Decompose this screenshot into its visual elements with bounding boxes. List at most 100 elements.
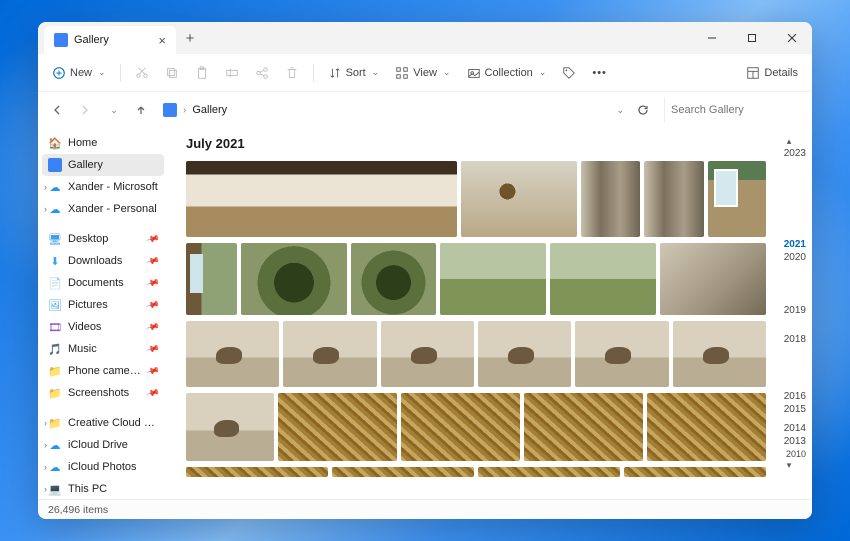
sort-button[interactable]: Sort ⌄ <box>322 62 386 84</box>
photo-thumbnail[interactable] <box>186 161 457 237</box>
close-window-button[interactable] <box>772 22 812 54</box>
sidebar-item-gallery[interactable]: Gallery <box>42 154 164 176</box>
scroll-up-icon[interactable]: ▴ <box>772 136 806 147</box>
cloud-icon: ☁ <box>48 460 62 474</box>
expand-icon[interactable]: › <box>44 462 47 472</box>
more-button[interactable]: ••• <box>586 63 613 83</box>
pin-icon: 📌 <box>145 385 160 400</box>
sidebar-item-pictures[interactable]: 🖼 Pictures 📌 <box>42 294 164 316</box>
cut-button[interactable] <box>129 62 155 84</box>
search-box[interactable] <box>664 97 804 123</box>
refresh-button[interactable] <box>632 99 654 121</box>
scroll-down-icon[interactable]: ▾ <box>772 460 806 471</box>
photo-thumbnail[interactable] <box>478 467 620 477</box>
expand-icon[interactable]: › <box>44 440 47 450</box>
photo-thumbnail[interactable] <box>186 467 328 477</box>
close-tab-icon[interactable]: × <box>158 33 166 48</box>
pc-icon: 💻 <box>48 482 62 496</box>
details-button[interactable]: Details <box>740 62 804 84</box>
photo-thumbnail[interactable] <box>186 321 279 387</box>
photo-thumbnail[interactable] <box>186 243 237 315</box>
photo-thumbnail[interactable] <box>575 321 668 387</box>
photo-thumbnail[interactable] <box>660 243 766 315</box>
photo-thumbnail[interactable] <box>478 321 571 387</box>
cloud-icon: ☁ <box>48 438 62 452</box>
photo-thumbnail[interactable] <box>351 243 435 315</box>
sidebar-item-icloud-photos[interactable]: › ☁ iCloud Photos <box>42 456 164 478</box>
search-input[interactable] <box>671 104 812 116</box>
year-marker[interactable]: 2014 <box>772 422 806 435</box>
sidebar-item-icloud-drive[interactable]: › ☁ iCloud Drive <box>42 434 164 456</box>
up-button[interactable] <box>130 99 152 121</box>
year-marker[interactable]: 2019 <box>772 304 806 317</box>
photo-thumbnail[interactable] <box>461 161 577 237</box>
expand-icon[interactable]: › <box>44 204 47 214</box>
year-marker-selected[interactable]: 2021 <box>772 238 806 251</box>
maximize-button[interactable] <box>732 22 772 54</box>
new-button[interactable]: New ⌄ <box>46 62 112 84</box>
year-marker[interactable]: 2015 <box>772 403 806 416</box>
videos-icon: 🎞 <box>48 320 62 334</box>
photo-thumbnail[interactable] <box>550 243 656 315</box>
new-tab-button[interactable]: + <box>176 22 204 54</box>
photo-thumbnail[interactable] <box>708 161 766 237</box>
photo-thumbnail[interactable] <box>581 161 641 237</box>
item-count: 26,496 items <box>48 504 108 516</box>
breadcrumb-location: Gallery <box>192 104 227 116</box>
address-history-icon[interactable]: ⌄ <box>616 105 624 116</box>
view-button[interactable]: View ⌄ <box>389 62 456 84</box>
copy-button[interactable] <box>159 62 185 84</box>
photo-thumbnail[interactable] <box>524 393 643 461</box>
photo-thumbnail[interactable] <box>241 243 347 315</box>
year-marker[interactable]: 2018 <box>772 333 806 346</box>
recent-dropdown-icon[interactable]: ⌄ <box>102 99 124 121</box>
address-bar[interactable]: › Gallery <box>158 98 608 122</box>
photo-thumbnail[interactable] <box>644 161 704 237</box>
photo-thumbnail[interactable] <box>624 467 766 477</box>
expand-icon[interactable]: › <box>44 182 47 192</box>
year-marker[interactable]: 2020 <box>772 251 806 264</box>
forward-button[interactable] <box>74 99 96 121</box>
sidebar-item-home[interactable]: 🏠 Home <box>42 132 164 154</box>
sidebar-item-downloads[interactable]: ⬇ Downloads 📌 <box>42 250 164 272</box>
photo-thumbnail[interactable] <box>440 243 546 315</box>
expand-icon[interactable]: › <box>44 418 47 428</box>
minimize-button[interactable] <box>692 22 732 54</box>
photo-thumbnail[interactable] <box>186 393 274 461</box>
year-marker[interactable]: 2016 <box>772 390 806 403</box>
photo-thumbnail[interactable] <box>647 393 766 461</box>
year-marker[interactable]: 2013 <box>772 435 806 448</box>
photo-thumbnail[interactable] <box>381 321 474 387</box>
delete-button[interactable] <box>279 62 305 84</box>
back-button[interactable] <box>46 99 68 121</box>
photo-thumbnail[interactable] <box>673 321 766 387</box>
sidebar-item-phone-camera[interactable]: 📁 Phone camera ro 📌 <box>42 360 164 382</box>
pin-icon: 📌 <box>145 297 160 312</box>
collection-button[interactable]: Collection ⌄ <box>461 62 553 84</box>
year-marker[interactable]: 2023 <box>772 147 806 160</box>
gallery-grid[interactable]: July 2021 <box>168 128 772 499</box>
sidebar-item-creative-cloud[interactable]: › 📁 Creative Cloud Files <box>42 412 164 434</box>
expand-icon[interactable]: › <box>44 484 47 494</box>
sidebar-item-desktop[interactable]: 🖥 Desktop 📌 <box>42 228 164 250</box>
sidebar-item-onedrive-ms[interactable]: › ☁ Xander - Microsoft <box>42 176 164 198</box>
photo-thumbnail[interactable] <box>283 321 376 387</box>
sidebar-item-onedrive-personal[interactable]: › ☁ Xander - Personal <box>42 198 164 220</box>
photo-thumbnail[interactable] <box>401 393 520 461</box>
year-marker[interactable]: 2010 <box>772 448 806 460</box>
chevron-down-icon: ⌄ <box>372 67 380 78</box>
paste-button[interactable] <box>189 62 215 84</box>
sidebar-item-documents[interactable]: 📄 Documents 📌 <box>42 272 164 294</box>
share-button[interactable] <box>249 62 275 84</box>
tab-gallery[interactable]: Gallery × <box>44 26 176 54</box>
sidebar-item-screenshots[interactable]: 📁 Screenshots 📌 <box>42 382 164 404</box>
photo-thumbnail[interactable] <box>278 393 397 461</box>
sidebar-item-videos[interactable]: 🎞 Videos 📌 <box>42 316 164 338</box>
section-title: July 2021 <box>186 136 766 151</box>
tag-button[interactable] <box>556 62 582 84</box>
sidebar-item-this-pc[interactable]: › 💻 This PC <box>42 478 164 499</box>
photo-thumbnail[interactable] <box>332 467 474 477</box>
sidebar-item-music[interactable]: 🎵 Music 📌 <box>42 338 164 360</box>
rename-button[interactable] <box>219 62 245 84</box>
year-scrollbar[interactable]: ▴ 2023 2021 2020 2019 2018 2016 2015 201… <box>772 128 812 499</box>
